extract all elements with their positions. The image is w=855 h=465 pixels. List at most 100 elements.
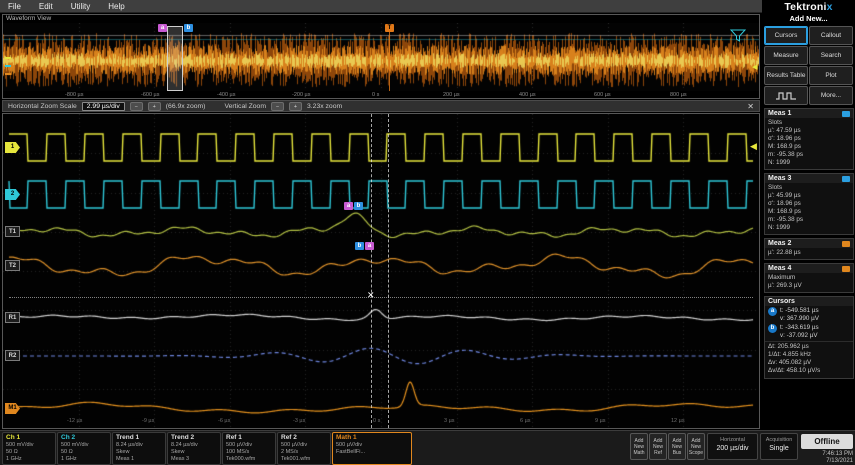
v-zoom-label: Vertical Zoom [224, 102, 267, 110]
meas4-stat: µ': 269.3 µV [768, 282, 802, 289]
overview-right-marker-orange[interactable]: ◀ [752, 55, 757, 62]
meas4-badge[interactable]: Meas 4 Maximum µ': 269.3 µV [764, 263, 854, 293]
cursor-cross-marker[interactable]: ✕ [367, 291, 375, 300]
menu-edit[interactable]: Edit [39, 2, 53, 11]
v-zoom-increase-button[interactable]: + [289, 101, 303, 111]
add-new-math-button[interactable]: Add New Math [630, 433, 648, 460]
meas2-badge[interactable]: Meas 2 µ': 22.88 µs [764, 238, 854, 260]
ref2-badge[interactable]: Ref 2 500 µV/div 2 MS/s Tek001.wfm [277, 432, 331, 465]
cursor-delta-t: Δt: 205.962 µs [768, 343, 809, 350]
meas3-stat: Slots [768, 184, 782, 191]
overview-tick: -200 µs [292, 92, 311, 98]
waveform-grid: a b b a ✕ ◀ 1 2 T1 T2 R1 R2 M1 -12 µs -9… [2, 113, 760, 429]
meas4-stats: Maximum µ': 269.3 µV [765, 273, 853, 292]
menu-file[interactable]: File [8, 2, 21, 11]
h-zoom-decrease-button[interactable]: − [129, 101, 143, 111]
measure-button[interactable]: Measure [764, 46, 808, 65]
more-button[interactable]: More... [809, 86, 853, 105]
ref2-name: Ref 2 [281, 434, 297, 441]
ch1-badge[interactable]: Ch 1 500 mV/div 50 Ω 1 GHz [2, 432, 56, 465]
ch2-bandwidth: 1 GHz [61, 456, 77, 462]
add-new-scope-button[interactable]: Add New Scope [687, 433, 705, 460]
grid-marker-b-trend2[interactable]: b [355, 242, 364, 250]
cursor-inv-delta-t: 1/Δt: 4.855 kHz [768, 351, 812, 358]
grid-tick: 9 µs [595, 418, 606, 424]
horizontal-scale-value: 200 µs/div [716, 445, 749, 452]
add-ref-line: Ref [654, 450, 662, 456]
meas3-title: Meas 3 [768, 175, 792, 182]
scope-app: File Edit Utility Help Tektronix Add New… [0, 0, 855, 465]
meas1-stat: µ': 47.59 µs [768, 127, 801, 134]
grid-tick: -6 µs [218, 418, 231, 424]
cursor-a-vline[interactable] [371, 114, 372, 428]
scope-display-button[interactable] [764, 86, 808, 105]
menu-utility[interactable]: Utility [71, 2, 91, 11]
overview-left-tag-ch2 [5, 65, 11, 67]
h-zoom-factor: (66.9x zoom) [165, 102, 206, 110]
ref1-badge[interactable]: Ref 1 500 µV/div 100 MS/s Tek000.wfm [222, 432, 276, 465]
meas1-badge[interactable]: Meas 1 Slots µ': 47.59 µs σ': 18.96 ps M… [764, 108, 854, 170]
tektronix-logo: Tektronix [784, 1, 833, 13]
meas1-header: Meas 1 [765, 109, 853, 118]
meas2-stats: µ': 22.88 µs [765, 248, 853, 259]
cursors-readout-panel[interactable]: Cursors a t: -549.581 µs v: 367.990 µV b… [764, 296, 854, 379]
cursor-a-icon: a [768, 307, 777, 316]
overview-marker-a[interactable]: a [158, 24, 167, 32]
meas1-stat: N: 1999 [768, 159, 791, 166]
meas3-header: Meas 3 [765, 174, 853, 183]
menu-help[interactable]: Help [108, 2, 124, 11]
meas2-stat: µ': 22.88 µs [768, 249, 801, 256]
h-zoom-increase-button[interactable]: + [147, 101, 161, 111]
grid-marker-a-trend1[interactable]: a [344, 202, 353, 210]
ref2-filename: Tek001.wfm [281, 456, 311, 462]
meas4-header: Meas 4 [765, 264, 853, 273]
search-button[interactable]: Search [809, 46, 853, 65]
offline-button[interactable]: Offline [801, 434, 853, 449]
meas3-badge[interactable]: Meas 3 Slots µ': 45.99 µs σ': 18.96 ps M… [764, 173, 854, 235]
trigger-position-line [389, 32, 390, 91]
zoom-window-handle[interactable] [167, 26, 183, 91]
results-table-button[interactable]: Results Table [764, 66, 808, 85]
grid-tick: 0 s [373, 418, 381, 424]
trigger-level-arrow[interactable]: ◀ [750, 142, 757, 151]
h-zoom-label: Horizontal Zoom Scale [8, 102, 77, 110]
add-new-ref-button[interactable]: Add New Ref [649, 433, 667, 460]
cursors-button[interactable]: Cursors [764, 26, 808, 45]
cursor-hline[interactable] [9, 297, 753, 298]
waveform-canvas [3, 114, 759, 428]
cursor-b-vline[interactable] [388, 114, 389, 428]
horizontal-settings-badge[interactable]: Horizontal 200 µs/div [707, 433, 758, 460]
ch2-badge[interactable]: Ch 2 500 mV/div 50 Ω 1 GHz [57, 432, 111, 465]
overview-right-marker-yellow[interactable]: ◀ [752, 64, 757, 71]
v-zoom-factor: 3.23x zoom [307, 102, 343, 110]
h-zoom-scale-input[interactable]: 2.99 µs/div [81, 101, 125, 111]
ch2-scale: 500 mV/div [61, 442, 89, 448]
plot-button[interactable]: Plot [809, 66, 853, 85]
add-bus-line: Bus [672, 450, 682, 456]
channel-badge-ref1[interactable]: R1 [5, 312, 20, 323]
overview-tick: -800 µs [65, 92, 84, 98]
overview-marker-b[interactable]: b [184, 24, 193, 32]
trend1-badge[interactable]: Trend 1 8.24 µs/div Skew Meas 1 [112, 432, 166, 465]
add-new-bus-button[interactable]: Add New Bus [668, 433, 686, 460]
zoom-funnel-icon[interactable] [729, 28, 747, 43]
channel-badge-trend1[interactable]: T1 [5, 226, 20, 237]
callout-button[interactable]: Callout [809, 26, 853, 45]
trend2-name: Trend 2 [171, 434, 195, 441]
v-zoom-decrease-button[interactable]: − [271, 101, 285, 111]
ref1-scale: 500 µV/div [226, 442, 253, 448]
trigger-position-flag[interactable]: T [385, 24, 394, 32]
cursor-b-value: v: -37.092 µV [780, 331, 818, 339]
grid-marker-b-trend1[interactable]: b [354, 202, 363, 210]
math1-badge[interactable]: Math 1 500 µV/div FastBellFi... [332, 432, 412, 465]
overview-tick: 0 s [372, 92, 380, 98]
ref1-samplerate: 100 MS/s [226, 449, 250, 455]
trend2-badge[interactable]: Trend 2 8.24 µs/div Skew Meas 3 [167, 432, 221, 465]
trend2-source: Meas 3 [171, 456, 190, 462]
grid-marker-a-trend2[interactable]: a [365, 242, 374, 250]
zoom-close-button[interactable]: ✕ [747, 102, 754, 111]
trend1-scale: 8.24 µs/div [116, 442, 143, 448]
channel-badge-ref2[interactable]: R2 [5, 350, 20, 361]
meas1-stats: Slots µ': 47.59 µs σ': 18.96 ps M: 168.9… [765, 118, 853, 169]
channel-badge-trend2[interactable]: T2 [5, 260, 20, 271]
